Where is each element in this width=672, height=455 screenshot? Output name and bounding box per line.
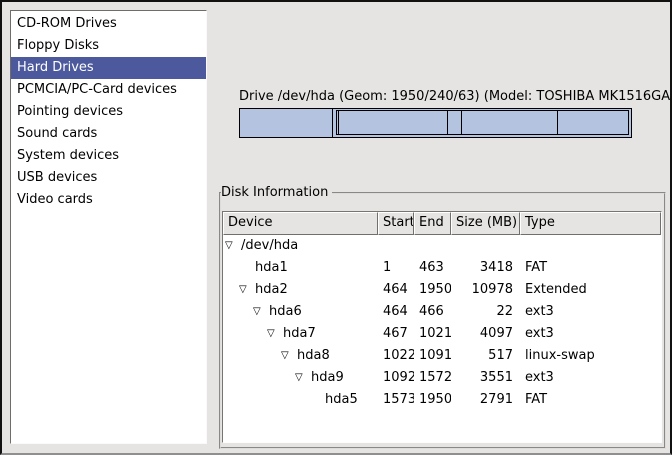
sidebar-item-hard-drives[interactable]: Hard Drives xyxy=(11,57,206,79)
end-cell: 1021 xyxy=(414,323,451,345)
column-header-size-mb[interactable]: Size (MB) xyxy=(451,212,520,235)
sidebar-item-pointing-devices[interactable]: Pointing devices xyxy=(11,101,206,123)
table-row-hda8[interactable]: ▽hda810221091517linux-swap xyxy=(223,345,661,367)
type-cell: Extended xyxy=(520,279,661,301)
type-cell: FAT xyxy=(520,257,661,279)
end-cell: 1950 xyxy=(414,389,451,411)
table-row-hda5[interactable]: hda5 157319502791FAT xyxy=(223,389,661,411)
end-cell: 463 xyxy=(414,257,451,279)
type-cell: FAT xyxy=(520,389,661,411)
device-cell: hda5 xyxy=(223,389,378,411)
column-header-type[interactable]: Type xyxy=(520,212,661,235)
device-cell: ▽hda7 xyxy=(223,323,378,345)
table-row-hda7[interactable]: ▽hda746710214097ext3 xyxy=(223,323,661,345)
hardware-browser-window: CD-ROM DrivesFloppy DisksHard DrivesPCMC… xyxy=(0,0,672,455)
device-cell: ▽hda8 xyxy=(223,345,378,367)
expander-icon[interactable]: ▽ xyxy=(267,323,283,345)
device-label: hda2 xyxy=(255,279,288,301)
partition-segment-hda5 xyxy=(558,111,628,134)
start-cell xyxy=(378,235,414,257)
sidebar-item-usb-devices[interactable]: USB devices xyxy=(11,167,206,189)
partition-extended-hda2 xyxy=(336,110,629,135)
table-row-dev-hda[interactable]: ▽/dev/hda xyxy=(223,235,661,257)
column-header-device[interactable]: Device xyxy=(223,212,378,235)
device-category-list: CD-ROM DrivesFloppy DisksHard DrivesPCMC… xyxy=(10,10,207,444)
disk-table: DeviceStartEndSize (MB)Type ▽/dev/hdahda… xyxy=(222,211,662,443)
type-cell: ext3 xyxy=(520,367,661,389)
type-cell: linux-swap xyxy=(520,345,661,367)
disk-table-header: DeviceStartEndSize (MB)Type xyxy=(223,212,661,235)
expander-icon[interactable]: ▽ xyxy=(295,367,311,389)
size-cell xyxy=(451,235,520,257)
expander-icon[interactable]: ▽ xyxy=(239,279,255,301)
size-cell: 3418 xyxy=(451,257,520,279)
end-cell: 1572 xyxy=(414,367,451,389)
sidebar-item-sound-cards[interactable]: Sound cards xyxy=(11,123,206,145)
disk-table-body: ▽/dev/hdahda114633418FAT▽hda246419501097… xyxy=(223,235,661,411)
start-cell: 464 xyxy=(378,279,414,301)
device-cell: hda1 xyxy=(223,257,378,279)
partition-segment-hda9 xyxy=(462,111,558,134)
start-cell: 467 xyxy=(378,323,414,345)
sidebar-item-system-devices[interactable]: System devices xyxy=(11,145,206,167)
table-row-hda1[interactable]: hda1 14633418FAT xyxy=(223,257,661,279)
end-cell: 1950 xyxy=(414,279,451,301)
device-label: hda5 xyxy=(325,389,358,411)
device-label: hda8 xyxy=(297,345,330,367)
disk-partition-bar xyxy=(239,108,632,138)
partition-segment-hda7 xyxy=(339,111,448,134)
table-row-hda6[interactable]: ▽hda646446622ext3 xyxy=(223,301,661,323)
sidebar-item-cd-rom-drives[interactable]: CD-ROM Drives xyxy=(11,13,206,35)
start-cell: 1 xyxy=(378,257,414,279)
device-cell: ▽hda6 xyxy=(223,301,378,323)
disk-information-label: Disk Information xyxy=(221,185,332,200)
device-cell: ▽hda2 xyxy=(223,279,378,301)
type-cell: ext3 xyxy=(520,301,661,323)
expander-icon[interactable]: ▽ xyxy=(253,301,269,323)
size-cell: 2791 xyxy=(451,389,520,411)
size-cell: 3551 xyxy=(451,367,520,389)
end-cell: 466 xyxy=(414,301,451,323)
device-label: hda7 xyxy=(283,323,316,345)
size-cell: 4097 xyxy=(451,323,520,345)
sidebar-item-pcmcia-pc-card-devices[interactable]: PCMCIA/PC-Card devices xyxy=(11,79,206,101)
device-cell: ▽hda9 xyxy=(223,367,378,389)
sidebar-item-video-cards[interactable]: Video cards xyxy=(11,189,206,211)
size-cell: 22 xyxy=(451,301,520,323)
expander-icon[interactable]: ▽ xyxy=(281,345,297,367)
start-cell: 464 xyxy=(378,301,414,323)
start-cell: 1573 xyxy=(378,389,414,411)
column-header-start[interactable]: Start xyxy=(378,212,414,235)
partition-segment-hda8 xyxy=(448,111,463,134)
expander-icon[interactable]: ▽ xyxy=(225,235,241,257)
end-cell xyxy=(414,235,451,257)
end-cell: 1091 xyxy=(414,345,451,367)
start-cell: 1092 xyxy=(378,367,414,389)
sidebar-item-floppy-disks[interactable]: Floppy Disks xyxy=(11,35,206,57)
device-label: hda9 xyxy=(311,367,344,389)
device-cell: ▽/dev/hda xyxy=(223,235,378,257)
size-cell: 517 xyxy=(451,345,520,367)
device-label: /dev/hda xyxy=(241,235,298,257)
type-cell xyxy=(520,235,661,257)
table-row-hda2[interactable]: ▽hda2464195010978Extended xyxy=(223,279,661,301)
partition-segment-hda1 xyxy=(240,109,333,137)
size-cell: 10978 xyxy=(451,279,520,301)
drive-title: Drive /dev/hda (Geom: 1950/240/63) (Mode… xyxy=(239,89,672,104)
table-row-hda9[interactable]: ▽hda9109215723551ext3 xyxy=(223,367,661,389)
start-cell: 1022 xyxy=(378,345,414,367)
device-label: hda6 xyxy=(269,301,302,323)
type-cell: ext3 xyxy=(520,323,661,345)
device-label: hda1 xyxy=(255,257,288,279)
column-header-end[interactable]: End xyxy=(414,212,451,235)
